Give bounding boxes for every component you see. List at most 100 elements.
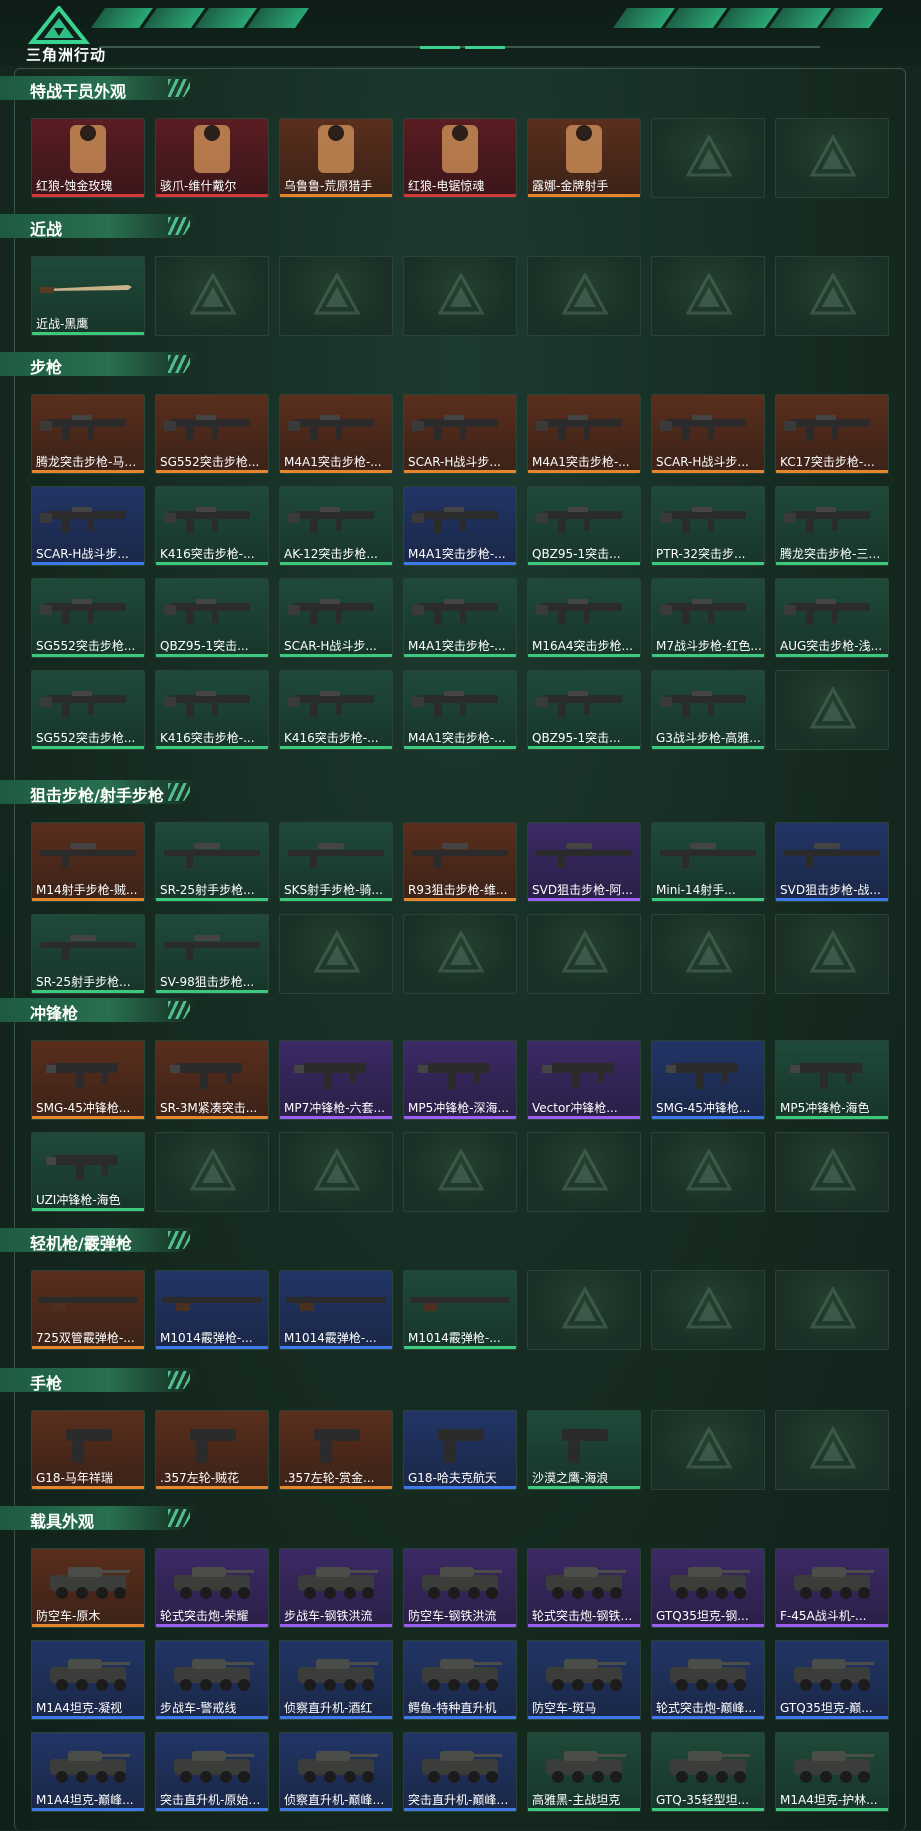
item-card[interactable]: SCAR-H战斗步...: [31, 486, 145, 566]
item-card[interactable]: SMG-45冲锋枪...: [31, 1040, 145, 1120]
rifle-icon: [784, 507, 870, 533]
item-card[interactable]: M1014霰弹枪-...: [155, 1270, 269, 1350]
item-card[interactable]: M7战斗步枪-红色...: [651, 578, 765, 658]
item-card[interactable]: 侦察直升机-酒红: [279, 1640, 393, 1720]
item-card[interactable]: 红狼-蚀金玫瑰: [31, 118, 145, 198]
item-card[interactable]: Vector冲锋枪...: [527, 1040, 641, 1120]
item-card[interactable]: SVD狙击步枪-战...: [775, 822, 889, 902]
item-card[interactable]: GTQ-35轻型坦...: [651, 1732, 765, 1812]
item-card[interactable]: 骇爪-维什戴尔: [155, 118, 269, 198]
shotgun-icon: [410, 1297, 510, 1311]
item-label: SR-25射手步枪...: [36, 975, 131, 989]
item-card[interactable]: 近战-黑鹰: [31, 256, 145, 336]
item-card[interactable]: .357左轮-赏金...: [279, 1410, 393, 1490]
item-card[interactable]: MP7冲锋枪-六套...: [279, 1040, 393, 1120]
item-card[interactable]: F-45A战斗机-...: [775, 1548, 889, 1628]
item-card[interactable]: G18-哈夫克航天: [403, 1410, 517, 1490]
item-card[interactable]: SR-25射手步枪...: [155, 822, 269, 902]
item-card[interactable]: 沙漠之鹰-海浪: [527, 1410, 641, 1490]
item-card[interactable]: K416突击步枪-...: [279, 670, 393, 750]
item-card[interactable]: MP5冲锋枪-海色: [775, 1040, 889, 1120]
item-card[interactable]: QBZ95-1突击...: [155, 578, 269, 658]
item-card[interactable]: 突击直升机-巅峰竞...: [403, 1732, 517, 1812]
item-card[interactable]: SVD狙击步枪-阿...: [527, 822, 641, 902]
item-card[interactable]: SV-98狙击步枪...: [155, 914, 269, 994]
operator-icon: [70, 125, 106, 173]
item-card[interactable]: QBZ95-1突击...: [527, 670, 641, 750]
item-card[interactable]: 突击直升机-原始伪...: [155, 1732, 269, 1812]
item-card[interactable]: M4A1突击步枪-...: [403, 670, 517, 750]
rarity-bar: [652, 1116, 764, 1119]
item-card[interactable]: GTQ35坦克-巅...: [775, 1640, 889, 1720]
item-card[interactable]: M4A1突击步枪-...: [403, 486, 517, 566]
item-card[interactable]: 乌鲁鲁-荒原猎手: [279, 118, 393, 198]
item-card[interactable]: K416突击步枪-...: [155, 670, 269, 750]
item-card[interactable]: 鳄鱼-特种直升机: [403, 1640, 517, 1720]
item-card[interactable]: SCAR-H战斗步...: [403, 394, 517, 474]
item-card[interactable]: M1014霰弹枪-...: [279, 1270, 393, 1350]
item-card[interactable]: SMG-45冲锋枪...: [651, 1040, 765, 1120]
item-card[interactable]: AUG突击步枪-浅...: [775, 578, 889, 658]
item-card[interactable]: M1014霰弹枪-...: [403, 1270, 517, 1350]
item-card[interactable]: 高雅黑-主战坦克: [527, 1732, 641, 1812]
item-card[interactable]: QBZ95-1突击...: [527, 486, 641, 566]
rarity-bar: [32, 1486, 144, 1489]
item-card[interactable]: K416突击步枪-...: [155, 486, 269, 566]
item-card[interactable]: AK-12突击步枪...: [279, 486, 393, 566]
smg-icon: [170, 1063, 242, 1089]
item-card[interactable]: 轮式突击炮-钢铁洪...: [527, 1548, 641, 1628]
item-card[interactable]: SG552突击步枪...: [155, 394, 269, 474]
item-card[interactable]: M4A1突击步枪-...: [403, 578, 517, 658]
sniper-icon: [40, 843, 136, 868]
item-card[interactable]: 步战车-警戒线: [155, 1640, 269, 1720]
item-card[interactable]: R93狙击步枪-维...: [403, 822, 517, 902]
item-card[interactable]: .357左轮-贼花: [155, 1410, 269, 1490]
item-card[interactable]: 露娜-金牌射手: [527, 118, 641, 198]
item-card[interactable]: SG552突击步枪...: [31, 670, 145, 750]
item-card[interactable]: SCAR-H战斗步...: [279, 578, 393, 658]
placeholder-logo-icon: [562, 1287, 608, 1329]
item-card[interactable]: M16A4突击步枪...: [527, 578, 641, 658]
item-card[interactable]: 防空车-原木: [31, 1548, 145, 1628]
item-card[interactable]: UZI冲锋枪-海色: [31, 1132, 145, 1212]
item-card[interactable]: M1A4坦克-护林...: [775, 1732, 889, 1812]
item-card[interactable]: M4A1突击步枪-...: [279, 394, 393, 474]
placeholder-logo-icon: [686, 1287, 732, 1329]
item-card[interactable]: SKS射手步枪-骑...: [279, 822, 393, 902]
item-card[interactable]: M1A4坦克-凝视: [31, 1640, 145, 1720]
item-card[interactable]: M4A1突击步枪-...: [527, 394, 641, 474]
item-card[interactable]: SR-3M紧凑突击...: [155, 1040, 269, 1120]
item-card[interactable]: 侦察直升机-巅峰竞...: [279, 1732, 393, 1812]
item-card[interactable]: 腾龙突击步枪-马年...: [31, 394, 145, 474]
rifle-icon: [660, 415, 746, 441]
item-card[interactable]: 725双管霰弹枪-...: [31, 1270, 145, 1350]
item-card[interactable]: SG552突击步枪...: [31, 578, 145, 658]
placeholder-logo-icon: [686, 273, 732, 315]
empty-slot: [775, 118, 889, 198]
rarity-bar: [528, 1624, 640, 1627]
item-card[interactable]: G18-马年祥瑞: [31, 1410, 145, 1490]
item-card[interactable]: 步战车-钢铁洪流: [279, 1548, 393, 1628]
item-card[interactable]: 防空车-斑马: [527, 1640, 641, 1720]
item-card[interactable]: Mini-14射手...: [651, 822, 765, 902]
item-card[interactable]: 轮式突击炮-荣耀: [155, 1548, 269, 1628]
item-card[interactable]: 防空车-钢铁洪流: [403, 1548, 517, 1628]
item-card[interactable]: G3战斗步枪-高雅...: [651, 670, 765, 750]
item-card[interactable]: SCAR-H战斗步...: [651, 394, 765, 474]
item-card[interactable]: 腾龙突击步枪-三角...: [775, 486, 889, 566]
item-label: M1A4坦克-巅峰...: [36, 1793, 134, 1807]
item-card[interactable]: M14射手步枪-贼...: [31, 822, 145, 902]
item-label: SG552突击步枪...: [36, 731, 136, 745]
item-card[interactable]: M1A4坦克-巅峰...: [31, 1732, 145, 1812]
item-card[interactable]: MP5冲锋枪-深海...: [403, 1040, 517, 1120]
item-card[interactable]: SR-25射手步枪...: [31, 914, 145, 994]
item-card[interactable]: KC17突击步枪-...: [775, 394, 889, 474]
section-header: 步枪: [0, 350, 200, 378]
rarity-bar: [404, 1346, 516, 1349]
item-card[interactable]: 红狼-电锯惊魂: [403, 118, 517, 198]
item-label: UZI冲锋枪-海色: [36, 1193, 121, 1207]
item-card[interactable]: PTR-32突击步...: [651, 486, 765, 566]
item-card[interactable]: GTQ35坦克-钢...: [651, 1548, 765, 1628]
item-card[interactable]: 轮式突击炮-巅峰竞...: [651, 1640, 765, 1720]
empty-slot: [775, 914, 889, 994]
